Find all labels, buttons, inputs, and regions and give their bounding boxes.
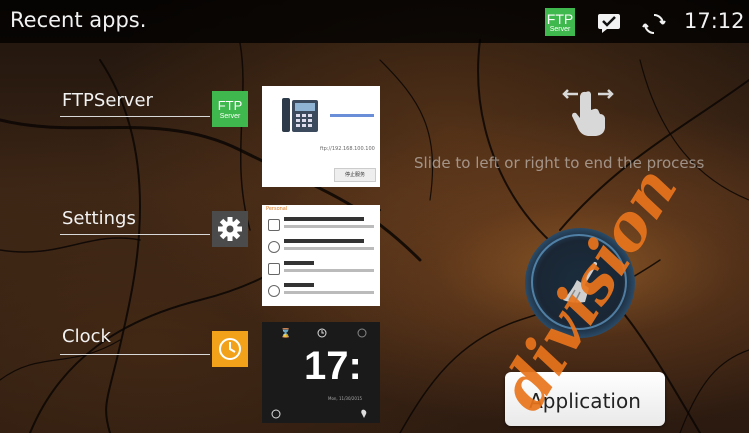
ftp-progress-line [330,114,374,117]
ftp-address: ftp://192.168.100.100 [320,146,375,152]
app-label-divider [60,354,210,355]
swipe-hand-icon [562,89,614,136]
ftp-server-icon: FTP Server [545,8,575,36]
settings-row [262,259,380,279]
settings-row [262,237,380,257]
status-bar: Recent apps. FTP Server 17:12 [0,0,749,43]
settings-row [262,215,380,235]
page-title: Recent apps. [10,8,147,32]
clock-icon[interactable] [212,331,248,367]
ftp-stop-button: 停止服务 [334,168,376,182]
ftp-badge-bottom: Server [549,26,571,33]
settings-row [262,281,380,301]
recent-apps-screen: Recent apps. FTP Server 17:12 FTPServer … [0,0,749,433]
app-thumbnail-clock[interactable]: ⌛ 17: Mon, 11/30/2015 [262,322,380,423]
end-process-hint: Slide to left or right to end the proces… [414,154,705,172]
app-label-divider [60,116,210,117]
clock-footer-icons [271,409,367,419]
ftp-server-icon[interactable]: FTP Server [212,91,248,127]
clock-time: 17: [304,344,362,388]
app-label-settings[interactable]: Settings [62,208,136,229]
broom-icon [563,262,597,303]
clock-date: Mon, 11/30/2015 [328,396,363,401]
gear-icon[interactable] [212,211,248,247]
app-label-divider [60,234,210,235]
app-icon-top: FTP [217,98,243,113]
app-label-ftpserver[interactable]: FTPServer [62,90,153,111]
app-thumbnail-ftpserver[interactable]: ftp://192.168.100.100 停止服务 [262,86,380,187]
status-clock: 17:12 [684,9,745,33]
clock-tabs: ⌛ [280,327,367,339]
phone-icon [282,98,318,132]
settings-header: Personal [266,206,288,212]
application-button[interactable]: Application [505,372,665,426]
app-label-clock[interactable]: Clock [62,326,111,347]
sync-icon [642,14,666,34]
ftp-badge-top: FTP [546,11,574,27]
check-icon [598,14,620,33]
app-icon-bottom: Server [219,113,241,120]
svg-text:⌛: ⌛ [280,327,291,339]
app-thumbnail-settings[interactable]: Personal [262,205,380,306]
